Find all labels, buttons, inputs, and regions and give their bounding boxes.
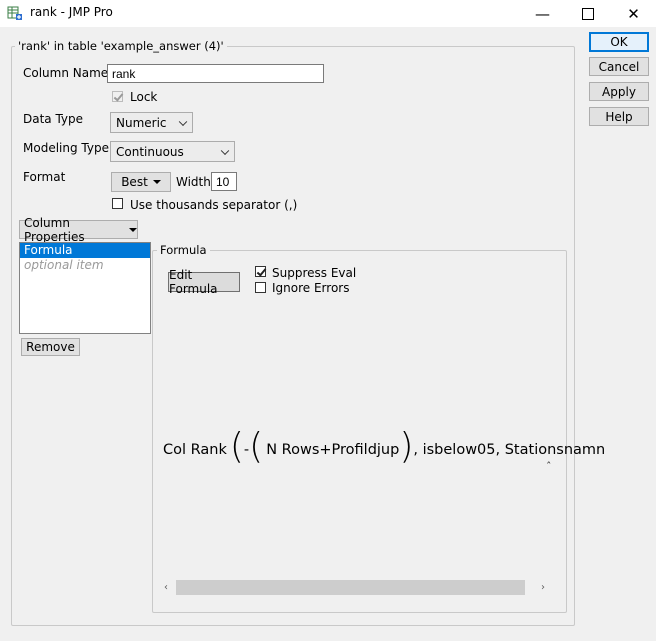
- minimize-icon: —: [535, 4, 550, 23]
- checkmark-icon: [113, 91, 124, 102]
- width-label: Width: [176, 175, 211, 189]
- column-name-label: Column Name: [23, 66, 109, 80]
- maximize-button[interactable]: [565, 0, 610, 27]
- data-type-label: Data Type: [23, 112, 84, 126]
- formula-expression[interactable]: Col Rank ( - ( N Rows + Profildjup ) , i…: [163, 426, 606, 470]
- formula-remaining-args: , isbelow05, Stationsnamn: [413, 442, 606, 458]
- thousands-separator-checkbox[interactable]: [112, 198, 123, 209]
- scroll-right-arrow-icon[interactable]: ›: [541, 582, 545, 593]
- ignore-errors-label: Ignore Errors: [272, 281, 350, 295]
- formula-plus-operator: +: [319, 442, 332, 458]
- modeling-type-select[interactable]: Continuous: [110, 141, 235, 162]
- minimize-button[interactable]: —: [520, 0, 565, 27]
- caret-up-icon: ˆ: [546, 460, 552, 473]
- formula-open-paren-inner: (: [249, 426, 264, 467]
- data-type-value: Numeric: [116, 115, 167, 130]
- width-input[interactable]: [211, 172, 237, 191]
- chevron-down-icon: [178, 117, 188, 126]
- list-item-optional[interactable]: optional item: [20, 258, 150, 273]
- formula-open-paren-outer: (: [229, 426, 244, 467]
- edit-formula-button[interactable]: Edit Formula: [168, 268, 240, 296]
- close-button[interactable]: ✕: [611, 0, 656, 27]
- dropdown-arrow-icon: [152, 180, 161, 184]
- scrollbar-thumb[interactable]: [176, 580, 525, 595]
- modeling-type-value: Continuous: [116, 144, 184, 159]
- formula-close-paren-inner: ): [399, 426, 414, 467]
- close-icon: ✕: [627, 4, 640, 23]
- format-dropdown-button[interactable]: Best: [111, 172, 171, 192]
- horizontal-scrollbar[interactable]: ‹ ›: [160, 579, 553, 596]
- format-value: Best: [121, 175, 148, 189]
- checkmark-icon: [256, 266, 267, 277]
- dropdown-arrow-icon: [129, 227, 137, 232]
- column-name-input[interactable]: [107, 64, 324, 83]
- title-bar: rank - JMP Pro — ✕: [0, 0, 656, 27]
- jmp-app-icon: [7, 6, 22, 20]
- scroll-left-arrow-icon[interactable]: ‹: [164, 582, 168, 593]
- help-button[interactable]: Help: [589, 107, 649, 126]
- data-type-select[interactable]: Numeric: [110, 112, 193, 133]
- column-properties-button[interactable]: Column Properties: [19, 216, 138, 244]
- formula-legend: Formula: [157, 243, 210, 257]
- properties-list[interactable]: Formula optional item: [19, 242, 151, 334]
- window-title: rank - JMP Pro: [30, 5, 113, 19]
- suppress-eval-label: Suppress Eval: [272, 266, 357, 280]
- ok-button[interactable]: OK: [589, 32, 649, 52]
- formula-function-name: Col Rank: [163, 442, 227, 458]
- formula-term-nrows: N Rows: [266, 442, 320, 458]
- chevron-down-icon: [220, 146, 230, 155]
- thousands-separator-label: Use thousands separator (,): [130, 198, 298, 212]
- ignore-errors-checkbox[interactable]: [255, 282, 266, 293]
- modeling-type-label: Modeling Type: [23, 141, 109, 155]
- suppress-eval-checkbox[interactable]: [255, 266, 267, 277]
- column-properties-label: Column Properties: [24, 215, 85, 244]
- list-item-formula[interactable]: Formula: [20, 243, 150, 258]
- format-label: Format: [23, 170, 66, 184]
- lock-label: Lock: [130, 90, 158, 104]
- formula-term-profildjup: Profildjup: [331, 442, 400, 458]
- group-legend: 'rank' in table 'example_answer (4)': [15, 39, 227, 53]
- maximize-icon: [581, 7, 594, 20]
- cancel-button[interactable]: Cancel: [589, 57, 649, 76]
- lock-checkbox[interactable]: [112, 91, 124, 102]
- remove-button[interactable]: Remove: [21, 338, 80, 356]
- apply-button[interactable]: Apply: [589, 82, 649, 101]
